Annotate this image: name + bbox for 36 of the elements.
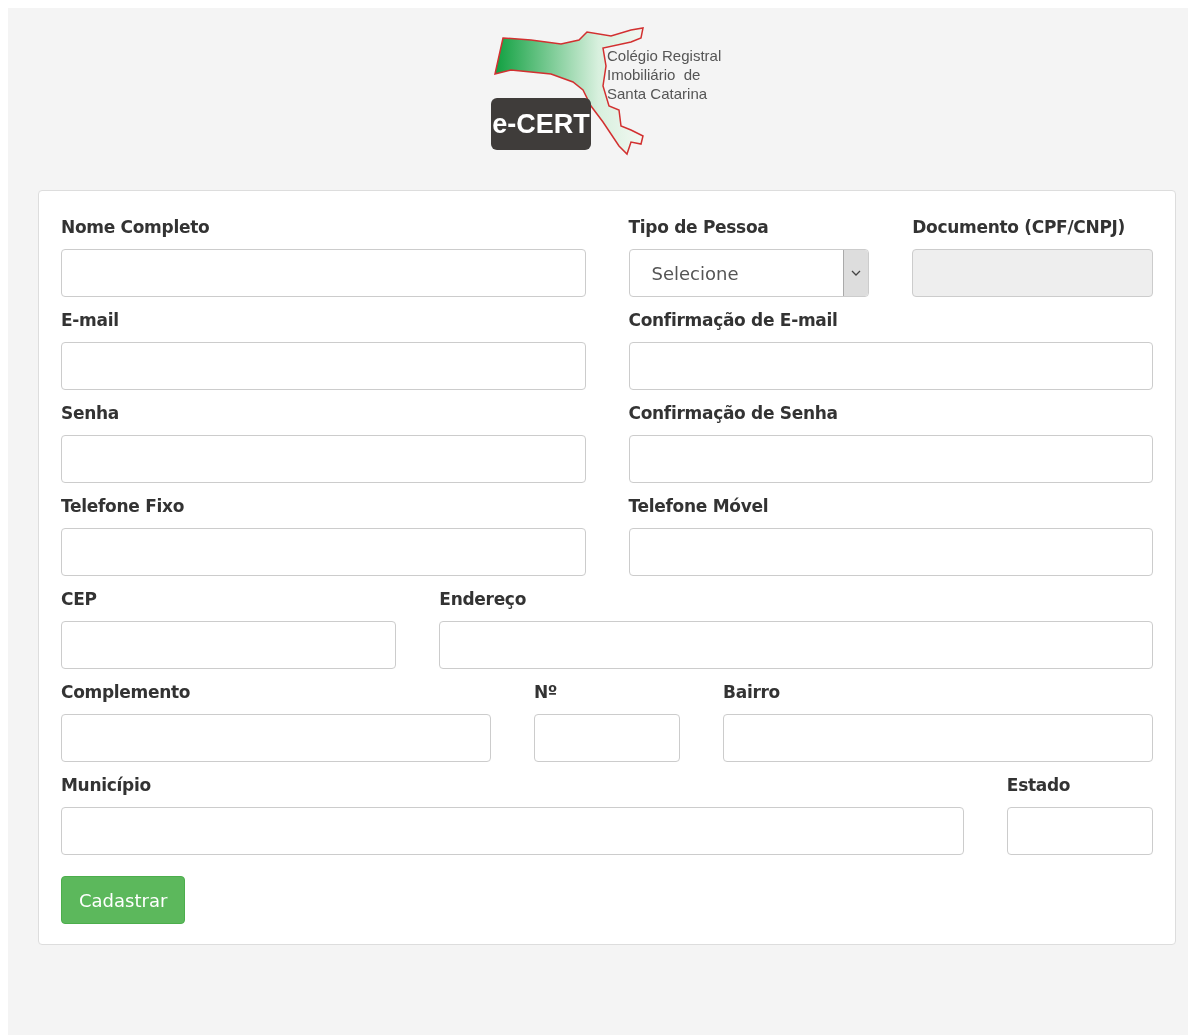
input-field[interactable]	[61, 714, 491, 762]
input-field[interactable]	[61, 342, 586, 390]
field-label: Nº	[533, 681, 559, 704]
field-label: Município	[61, 774, 152, 797]
password-field[interactable]	[61, 435, 586, 483]
field-label: Confirmação de Senha	[628, 402, 839, 425]
field-label: Senha	[61, 402, 120, 425]
input-field[interactable]	[61, 621, 397, 669]
logo-text: Colégio Registral	[607, 46, 722, 65]
field-label: Complemento	[61, 681, 192, 704]
field-label: E-mail	[61, 309, 120, 332]
input-field[interactable]	[723, 714, 1153, 762]
logo-text: Imobiliário de	[607, 65, 702, 84]
field-label: Nome Completo	[61, 216, 211, 239]
input-field[interactable]	[439, 621, 1153, 669]
caret-icon	[843, 250, 869, 296]
field-label: Telefone Fixo	[61, 495, 186, 518]
input-field[interactable]	[61, 528, 586, 576]
field-label: Endereço	[439, 588, 527, 611]
logo-badge: e-CERT	[491, 98, 591, 150]
input-field[interactable]	[628, 342, 1153, 390]
field-label: Confirmação de E-mail	[628, 309, 839, 332]
input-field[interactable]	[1006, 807, 1153, 855]
input-field[interactable]	[61, 249, 586, 297]
password-field[interactable]	[628, 435, 1153, 483]
field-label: Estado	[1006, 774, 1072, 797]
field-label: Tipo de Pessoa	[628, 216, 770, 239]
logo-text: Santa Catarina	[607, 84, 709, 103]
input-field[interactable]	[61, 807, 964, 855]
field-label: Bairro	[723, 681, 781, 704]
input-field[interactable]	[628, 528, 1153, 576]
field-label: Telefone Móvel	[628, 495, 770, 518]
field-label: CEP	[61, 588, 98, 611]
select-field[interactable]: Selecione	[628, 249, 870, 297]
input-field[interactable]	[533, 714, 681, 762]
field-label: Documento (CPF/CNPJ)	[912, 216, 1127, 239]
